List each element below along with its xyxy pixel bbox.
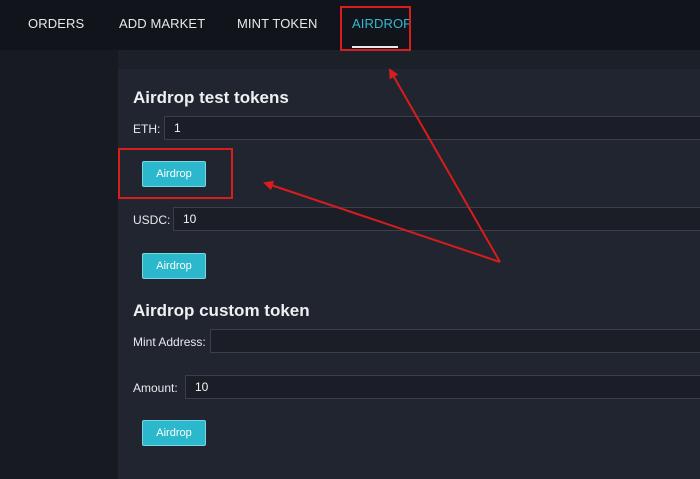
nav-mint-token[interactable]: MINT TOKEN (237, 16, 317, 31)
nav-orders[interactable]: ORDERS (28, 16, 84, 31)
nav-airdrop[interactable]: AIRDROP (352, 16, 412, 31)
usdc-label: USDC: (133, 213, 171, 227)
custom-token-title: Airdrop custom token (133, 301, 310, 320)
amount-label: Amount: (133, 381, 178, 395)
active-tab-underline (352, 46, 398, 48)
airdrop-usdc-button[interactable]: Airdrop (142, 253, 206, 279)
left-gutter (0, 50, 118, 479)
usdc-amount-input[interactable] (173, 207, 700, 231)
eth-amount-input[interactable] (164, 116, 700, 140)
mint-address-label: Mint Address: (133, 335, 206, 349)
eth-label: ETH: (133, 122, 161, 136)
custom-amount-input[interactable] (185, 375, 700, 399)
nav-add-market[interactable]: ADD MARKET (119, 16, 205, 31)
test-tokens-title: Airdrop test tokens (133, 88, 289, 107)
top-navbar: ORDERS ADD MARKET MINT TOKEN AIRDROP (0, 0, 700, 50)
airdrop-custom-button[interactable]: Airdrop (142, 420, 206, 446)
mint-address-input[interactable] (210, 329, 700, 353)
airdrop-eth-button[interactable]: Airdrop (142, 161, 206, 187)
